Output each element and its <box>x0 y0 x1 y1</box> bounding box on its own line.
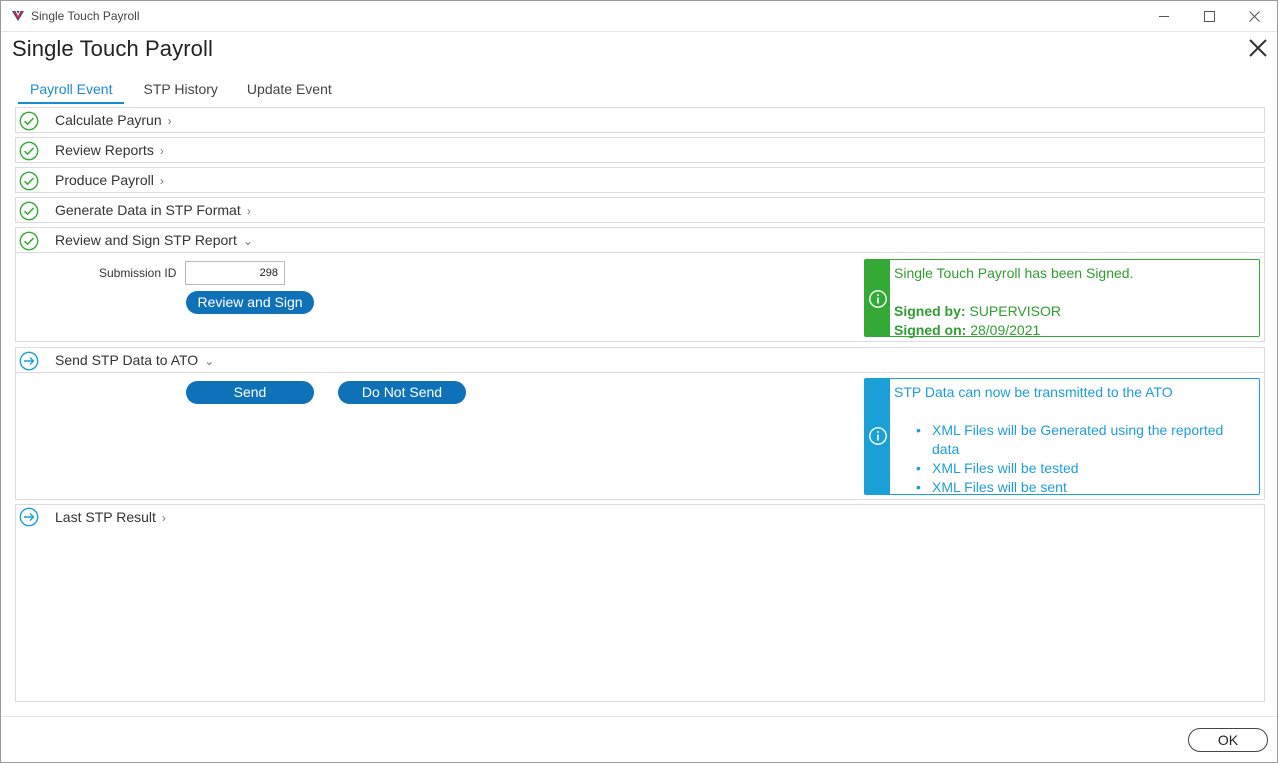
step-label: Calculate Payrun › <box>55 112 172 128</box>
window-title: Single Touch Payroll <box>31 9 140 23</box>
signed-by-label: Signed by: <box>894 303 966 319</box>
ok-button[interactable]: OK <box>1188 728 1268 752</box>
signed-notice: Single Touch Payroll has been Signed. Si… <box>864 259 1260 340</box>
step-label: Send STP Data to ATO ⌄ <box>55 352 215 368</box>
chevron-right-icon: › <box>159 174 164 188</box>
tab-stp-history[interactable]: STP History <box>143 78 217 104</box>
window-close-button[interactable] <box>1231 1 1277 32</box>
dialog-close-icon[interactable] <box>1247 37 1269 59</box>
submission-id-label: Submission ID <box>99 266 177 280</box>
signed-on-label: Signed on: <box>894 322 967 338</box>
step-calculate-payrun[interactable]: Calculate Payrun › <box>15 107 1265 133</box>
send-button[interactable]: Send <box>186 381 314 404</box>
signed-headline: Single Touch Payroll has been Signed. <box>894 265 1134 281</box>
step-last-stp-result[interactable]: Last STP Result › <box>15 504 1265 702</box>
step-label: Last STP Result › <box>55 509 166 525</box>
arrow-circle-icon <box>19 351 39 371</box>
list-item: XML Files will be sent <box>916 478 1246 497</box>
close-icon <box>1248 11 1260 22</box>
notice-strip <box>865 379 890 494</box>
info-icon <box>869 427 887 445</box>
stp-window: Single Touch Payroll Single Touch Payrol… <box>0 0 1278 763</box>
footer-divider <box>1 716 1277 717</box>
signed-on-line: Signed on: 28/09/2021 <box>894 321 1133 340</box>
info-icon <box>869 290 887 308</box>
do-not-send-button[interactable]: Do Not Send <box>338 381 466 404</box>
transmit-headline: STP Data can now be transmitted to the A… <box>894 384 1173 400</box>
arrow-circle-icon <box>19 507 39 527</box>
step-label: Generate Data in STP Format › <box>55 202 251 218</box>
step-label: Review and Sign STP Report ⌄ <box>55 232 253 248</box>
app-logo-icon <box>12 10 24 21</box>
tab-bar: Payroll Event STP History Update Event <box>18 78 361 104</box>
minimize-button[interactable] <box>1141 1 1187 32</box>
submission-id-field[interactable]: 298 <box>185 261 285 285</box>
chevron-down-icon: ⌄ <box>242 234 253 248</box>
check-circle-icon <box>19 111 39 131</box>
chevron-right-icon: › <box>246 204 251 218</box>
check-circle-icon <box>19 201 39 221</box>
step-send-stp[interactable]: Send STP Data to ATO ⌄ <box>15 347 1265 373</box>
chevron-right-icon: › <box>161 511 166 525</box>
step-label: Review Reports › <box>55 142 164 158</box>
signed-by-value: SUPERVISOR <box>969 303 1061 319</box>
step-review-reports[interactable]: Review Reports › <box>15 137 1265 163</box>
signed-notice-content: Single Touch Payroll has been Signed. Si… <box>894 264 1133 340</box>
transmit-bullet-list: XML Files will be Generated using the re… <box>916 421 1246 497</box>
maximize-icon <box>1203 11 1215 22</box>
chevron-right-icon: › <box>167 114 172 128</box>
transmit-notice-content: STP Data can now be transmitted to the A… <box>894 383 1246 497</box>
chevron-right-icon: › <box>159 144 164 158</box>
tab-payroll-event[interactable]: Payroll Event <box>18 78 125 104</box>
step-produce-payroll[interactable]: Produce Payroll › <box>15 167 1265 193</box>
list-item: XML Files will be tested <box>916 459 1246 478</box>
check-circle-icon <box>19 141 39 161</box>
tab-update-event[interactable]: Update Event <box>247 78 332 104</box>
step-review-sign[interactable]: Review and Sign STP Report ⌄ <box>15 227 1265 253</box>
step-generate-data[interactable]: Generate Data in STP Format › <box>15 197 1265 223</box>
transmit-notice: STP Data can now be transmitted to the A… <box>864 378 1260 497</box>
step-label: Produce Payroll › <box>55 172 164 188</box>
list-item: XML Files will be Generated using the re… <box>916 421 1246 459</box>
signed-on-value: 28/09/2021 <box>970 322 1041 338</box>
minimize-icon <box>1158 16 1169 17</box>
chevron-down-icon: ⌄ <box>204 354 215 368</box>
check-circle-icon <box>19 231 39 251</box>
signed-by-line: Signed by: SUPERVISOR <box>894 302 1133 321</box>
title-bar: Single Touch Payroll <box>1 1 1277 32</box>
check-circle-icon <box>19 171 39 191</box>
page-title: Single Touch Payroll <box>12 36 213 61</box>
notice-strip <box>865 260 890 336</box>
review-and-sign-button[interactable]: Review and Sign <box>186 291 314 314</box>
maximize-button[interactable] <box>1186 1 1232 32</box>
